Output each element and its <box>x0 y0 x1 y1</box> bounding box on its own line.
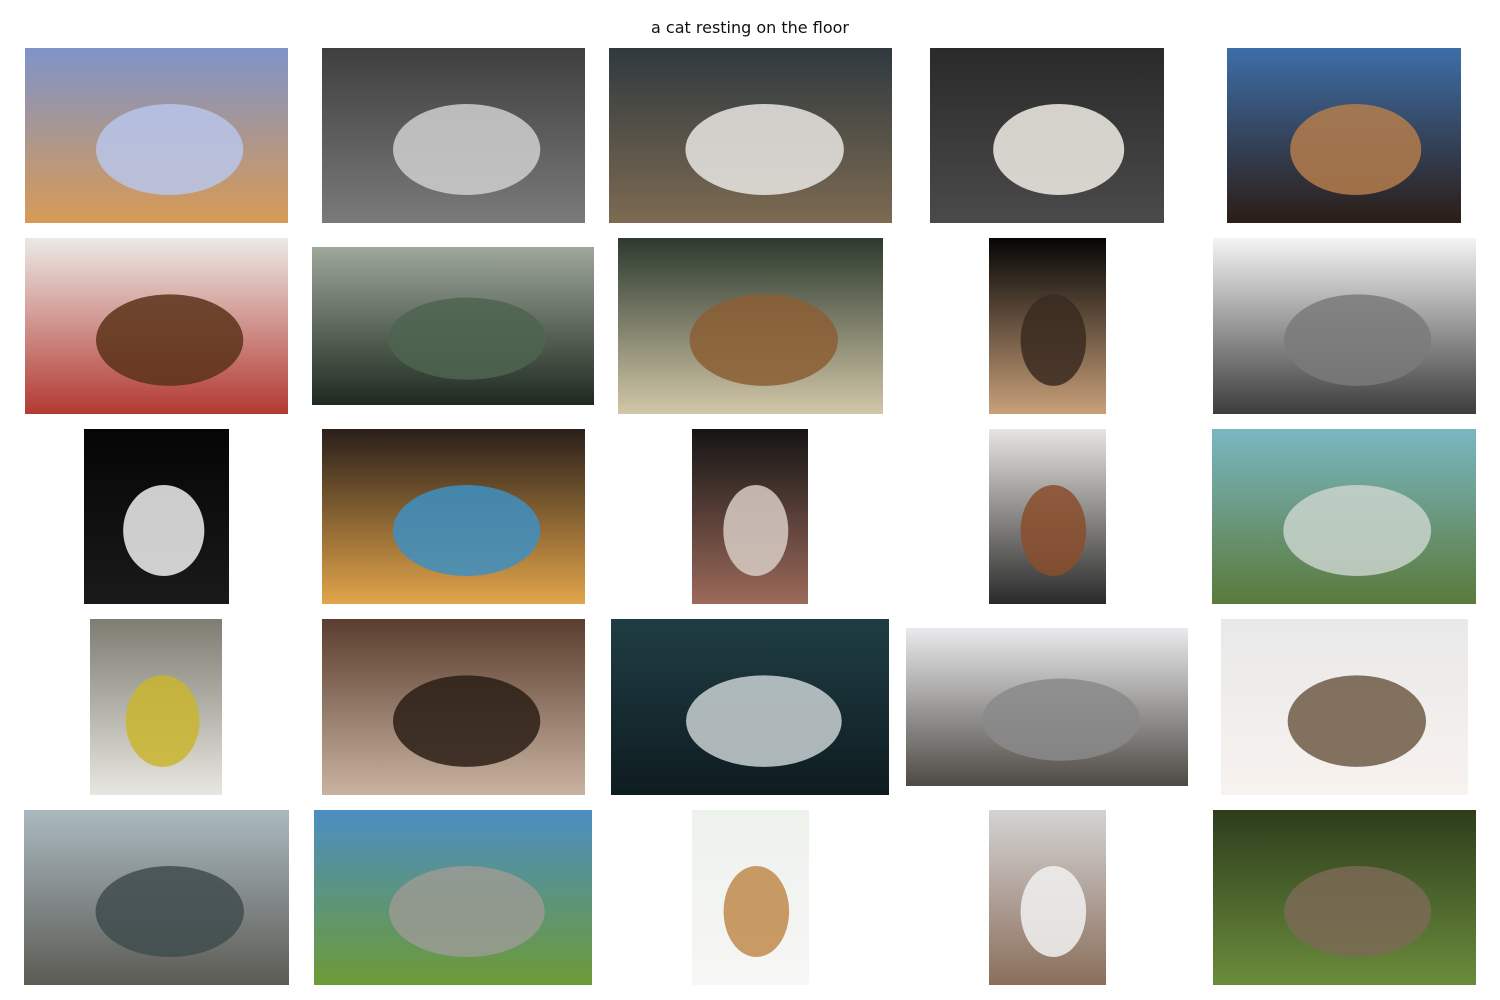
tabby-cat-face-closeup-image[interactable] <box>609 48 892 223</box>
wooden-table-sunlit-room-image[interactable] <box>618 238 883 414</box>
red-rock-mountain-blue-sky-image[interactable] <box>1227 48 1461 223</box>
french-bulldog-in-forest-image[interactable] <box>1213 810 1476 985</box>
church-stained-glass-image[interactable] <box>322 429 585 604</box>
sea-stacks-coast-image[interactable] <box>24 810 289 985</box>
poodle-on-white-bed-image[interactable] <box>989 810 1106 985</box>
bengal-cat-on-white-bed-image[interactable] <box>692 810 809 985</box>
silhouette-dancer-dark-image[interactable] <box>989 238 1106 414</box>
ginger-cat-under-blue-blanket-image[interactable] <box>25 48 288 223</box>
page-title: a cat resting on the floor <box>651 18 849 37</box>
golden-gate-bridge-fog-image[interactable] <box>1213 238 1476 414</box>
living-room-fireplace-image[interactable] <box>989 429 1106 604</box>
dog-profile-bw-image[interactable] <box>84 429 229 604</box>
cat-on-yellow-bench-image[interactable] <box>90 619 222 795</box>
sea-cliff-lighthouse-image[interactable] <box>1212 429 1476 604</box>
person-on-misty-mountain-image[interactable] <box>312 247 594 405</box>
sleeping-kitten-white-blanket-image[interactable] <box>1221 619 1468 795</box>
dog-by-fireplace-with-flag-image[interactable] <box>25 238 288 414</box>
french-bulldog-sleeping-image[interactable] <box>930 48 1164 223</box>
dark-mountains-teal-sky-image[interactable] <box>611 619 889 795</box>
green-ridge-mountains-image[interactable] <box>314 810 592 985</box>
woman-holding-cat-bw-image[interactable] <box>322 48 585 223</box>
wooden-star-on-planks-image[interactable] <box>322 619 585 795</box>
woman-at-table-through-doorway-image[interactable] <box>692 429 808 604</box>
grey-tabby-cat-profile-image[interactable] <box>906 628 1188 786</box>
